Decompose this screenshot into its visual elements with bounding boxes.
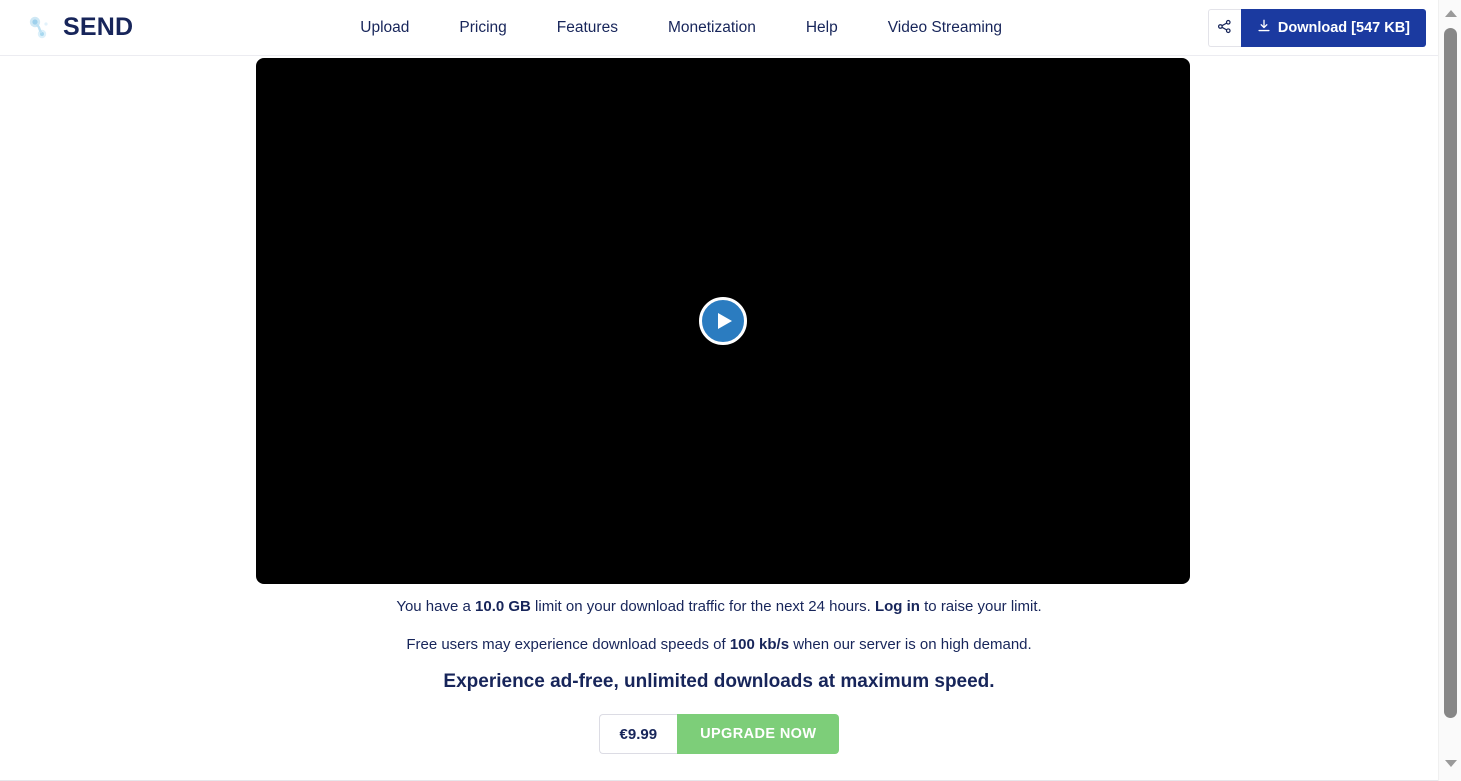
price-box: €9.99 (598, 714, 678, 754)
play-button[interactable] (699, 297, 747, 345)
speed-value: 100 kb/s (729, 635, 790, 653)
download-icon (1257, 19, 1271, 37)
speed-suffix-text: when our server is on high demand. (789, 635, 1032, 653)
limit-value: 10.0 GB (475, 598, 531, 615)
header-actions: Download [547 KB] (1207, 9, 1426, 47)
nav-item-monetization[interactable]: Monetization (643, 19, 781, 37)
login-link[interactable]: Log in (875, 598, 920, 615)
vertical-scrollbar[interactable] (1438, 0, 1461, 781)
page-viewport: SEND Upload Pricing Features Monetizatio… (0, 0, 1438, 781)
limit-suffix-text: to raise your limit. (919, 598, 1042, 615)
nav-item-pricing[interactable]: Pricing (434, 19, 531, 37)
main-navigation: Upload Pricing Features Monetization Hel… (335, 19, 1027, 37)
video-player[interactable] (256, 58, 1190, 584)
nav-item-features[interactable]: Features (532, 19, 643, 37)
share-icon (1217, 19, 1232, 37)
upgrade-headline: Experience ad-free, unlimited downloads … (443, 671, 995, 692)
scroll-down-button[interactable] (1439, 753, 1461, 773)
speed-prefix-text: Free users may experience download speed… (406, 635, 730, 653)
brand-name: SEND (63, 13, 134, 41)
upgrade-now-button[interactable]: UPGRADE NOW (677, 714, 840, 754)
chevron-up-icon (1444, 9, 1457, 17)
limit-prefix-text: You have a (396, 598, 476, 615)
share-button[interactable] (1207, 9, 1241, 47)
upgrade-group: €9.99 UPGRADE NOW (598, 714, 840, 754)
video-stage[interactable] (256, 58, 1190, 584)
send-logo-icon (24, 13, 54, 43)
brand-logo-link[interactable]: SEND (24, 13, 133, 43)
nav-item-video-streaming[interactable]: Video Streaming (863, 19, 1027, 37)
site-header: SEND Upload Pricing Features Monetizatio… (0, 0, 1438, 56)
limit-middle-text: limit on your download traffic for the n… (530, 598, 875, 615)
play-icon (718, 313, 732, 329)
download-button-label: Download [547 KB] (1277, 20, 1410, 36)
notices-section: You have a 10.0 GB limit on your downloa… (0, 596, 1438, 754)
nav-item-help[interactable]: Help (781, 19, 863, 37)
scroll-up-button[interactable] (1439, 3, 1461, 23)
download-button[interactable]: Download [547 KB] (1240, 9, 1426, 47)
nav-item-upload[interactable]: Upload (335, 19, 434, 37)
download-speed-notice: Free users may experience download speed… (0, 634, 1438, 657)
scrollbar-thumb[interactable] (1444, 28, 1457, 718)
chevron-down-icon (1444, 759, 1457, 767)
download-limit-notice: You have a 10.0 GB limit on your downloa… (0, 596, 1438, 619)
